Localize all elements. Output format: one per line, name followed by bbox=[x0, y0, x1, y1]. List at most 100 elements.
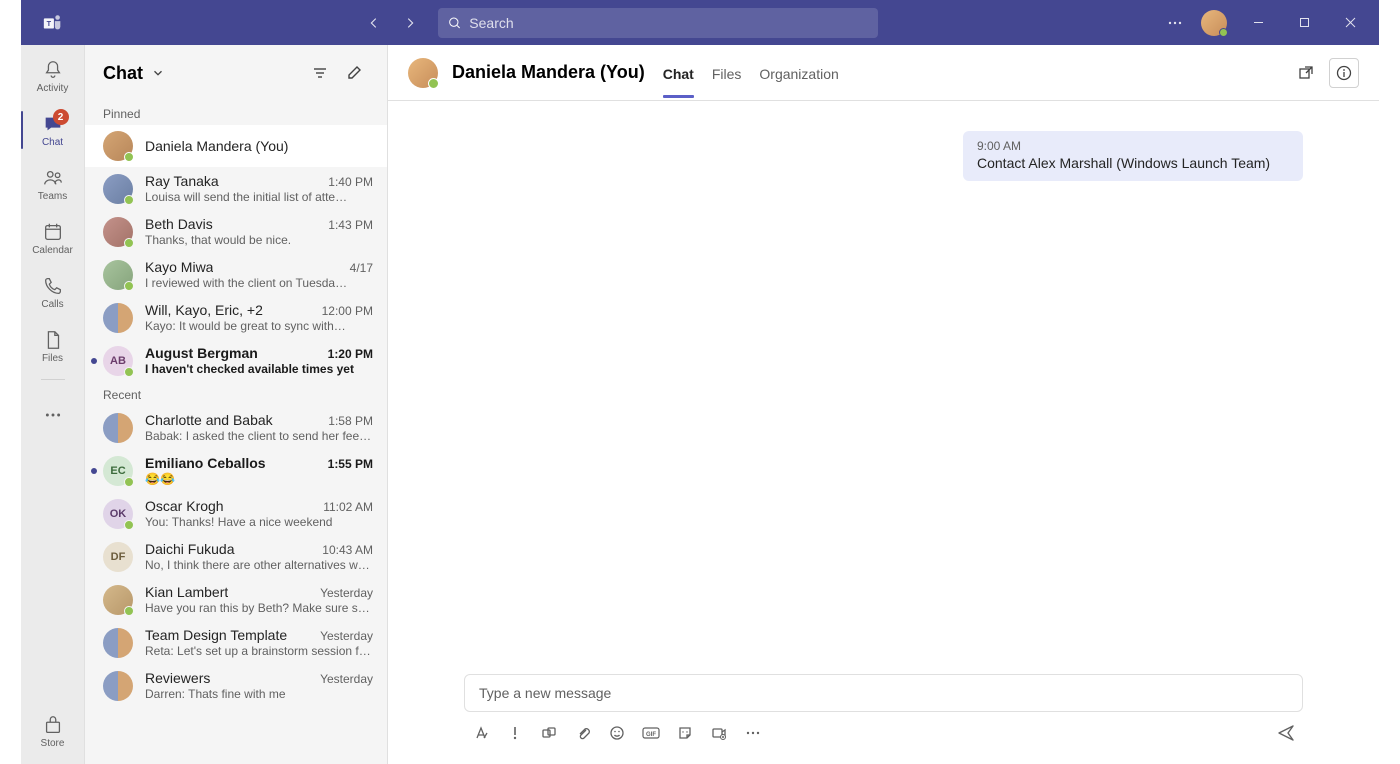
chat-list-item[interactable]: Charlotte and Babak1:58 PMBabak: I asked… bbox=[85, 406, 387, 449]
sticker-button[interactable] bbox=[670, 718, 700, 748]
chat-list-body: Pinned Daniela Mandera (You)Ray Tanaka1:… bbox=[85, 101, 387, 764]
chat-time: Yesterday bbox=[320, 672, 373, 686]
chat-name: Daniela Mandera (You) bbox=[145, 138, 288, 154]
message-text: Contact Alex Marshall (Windows Launch Te… bbox=[977, 155, 1289, 171]
info-button[interactable] bbox=[1329, 58, 1359, 88]
chat-time: Yesterday bbox=[320, 629, 373, 643]
chat-list-item[interactable]: Kian LambertYesterdayHave you ran this b… bbox=[85, 578, 387, 621]
composer-area: Type a new message GIF bbox=[388, 674, 1379, 764]
chat-preview: I reviewed with the client on Tuesda… bbox=[145, 276, 373, 290]
chat-name: Team Design Template bbox=[145, 627, 287, 643]
rail-teams[interactable]: Teams bbox=[21, 157, 85, 211]
chat-avatar: DF bbox=[103, 542, 133, 572]
rail-calls[interactable]: Calls bbox=[21, 265, 85, 319]
chat-preview: Have you ran this by Beth? Make sure she… bbox=[145, 601, 373, 615]
chat-time: 11:02 AM bbox=[323, 500, 373, 514]
presence-indicator bbox=[428, 78, 439, 89]
chat-avatar bbox=[103, 585, 133, 615]
chat-name: Oscar Krogh bbox=[145, 498, 224, 514]
attach-button[interactable] bbox=[568, 718, 598, 748]
chat-header-avatar[interactable] bbox=[408, 58, 438, 88]
chat-preview: 😂😂 bbox=[145, 472, 373, 486]
chevron-down-icon[interactable] bbox=[151, 66, 165, 80]
rail-chat[interactable]: 2 Chat bbox=[21, 103, 85, 157]
meetnow-button[interactable] bbox=[704, 718, 734, 748]
chat-name: Beth Davis bbox=[145, 216, 213, 232]
tab-chat[interactable]: Chat bbox=[663, 48, 694, 98]
chat-list-item[interactable]: ECEmiliano Ceballos1:55 PM😂😂 bbox=[85, 449, 387, 492]
search-box[interactable] bbox=[438, 8, 878, 38]
bell-icon bbox=[41, 58, 65, 82]
message-timestamp: 9:00 AM bbox=[977, 139, 1289, 153]
popout-button[interactable] bbox=[1291, 58, 1321, 88]
self-message[interactable]: 9:00 AM Contact Alex Marshall (Windows L… bbox=[963, 131, 1303, 181]
loop-button[interactable] bbox=[534, 718, 564, 748]
forward-button[interactable] bbox=[394, 7, 426, 39]
chat-avatar bbox=[103, 260, 133, 290]
chat-name: Will, Kayo, Eric, +2 bbox=[145, 302, 263, 318]
chat-list-title: Chat bbox=[103, 63, 143, 84]
chat-list-item[interactable]: ABAugust Bergman1:20 PMI haven't checked… bbox=[85, 339, 387, 382]
unread-dot bbox=[91, 468, 97, 474]
chat-list-item[interactable]: Daniela Mandera (You) bbox=[85, 125, 387, 167]
section-recent: Recent bbox=[85, 382, 387, 406]
svg-text:GIF: GIF bbox=[646, 732, 656, 738]
chat-avatar bbox=[103, 413, 133, 443]
chat-tabs: Chat Files Organization bbox=[663, 48, 839, 98]
minimize-button[interactable] bbox=[1237, 2, 1279, 44]
send-button[interactable] bbox=[1271, 718, 1301, 748]
chat-list-item[interactable]: DFDaichi Fukuda10:43 AMNo, I think there… bbox=[85, 535, 387, 578]
gif-button[interactable]: GIF bbox=[636, 718, 666, 748]
chat-avatar bbox=[103, 303, 133, 333]
chat-list-item[interactable]: Will, Kayo, Eric, +212:00 PMKayo: It wou… bbox=[85, 296, 387, 339]
urgent-button[interactable] bbox=[500, 718, 530, 748]
tab-files[interactable]: Files bbox=[712, 48, 742, 98]
filter-button[interactable] bbox=[305, 58, 335, 88]
more-options-button[interactable] bbox=[1159, 7, 1191, 39]
format-button[interactable] bbox=[466, 718, 496, 748]
back-button[interactable] bbox=[358, 7, 390, 39]
profile-avatar[interactable] bbox=[1201, 10, 1227, 36]
presence-indicator bbox=[124, 238, 134, 248]
chat-time: 1:43 PM bbox=[328, 218, 373, 232]
rail-activity[interactable]: Activity bbox=[21, 49, 85, 103]
rail-label: Calls bbox=[41, 299, 63, 310]
close-button[interactable] bbox=[1329, 2, 1371, 44]
rail-store[interactable]: Store bbox=[21, 704, 85, 758]
chat-preview: You: Thanks! Have a nice weekend bbox=[145, 515, 373, 529]
chat-name: Charlotte and Babak bbox=[145, 412, 273, 428]
chat-name: Emiliano Ceballos bbox=[145, 455, 266, 471]
presence-indicator bbox=[124, 367, 134, 377]
rail-more-apps[interactable] bbox=[21, 388, 85, 442]
chat-list-item[interactable]: Team Design Template YesterdayReta: Let's… bbox=[85, 621, 387, 664]
search-input[interactable] bbox=[469, 15, 868, 31]
teams-logo: T bbox=[41, 11, 65, 35]
emoji-button[interactable] bbox=[602, 718, 632, 748]
app-rail: Activity 2 Chat Teams Calendar Calls Fil… bbox=[21, 45, 85, 764]
rail-label: Teams bbox=[38, 191, 67, 202]
chat-list-item[interactable]: ReviewersYesterdayDarren: Thats fine wit… bbox=[85, 664, 387, 707]
presence-indicator bbox=[124, 477, 134, 487]
store-icon bbox=[41, 713, 65, 737]
search-icon bbox=[448, 16, 461, 30]
more-actions-button[interactable] bbox=[738, 718, 768, 748]
chat-list-item[interactable]: OKOscar Krogh11:02 AMYou: Thanks! Have a… bbox=[85, 492, 387, 535]
chat-preview: No, I think there are other alternatives… bbox=[145, 558, 373, 572]
rail-calendar[interactable]: Calendar bbox=[21, 211, 85, 265]
chat-header-title: Daniela Mandera (You) bbox=[452, 62, 645, 83]
chat-header: Daniela Mandera (You) Chat Files Organiz… bbox=[388, 45, 1379, 101]
chat-preview: Reta: Let's set up a brainstorm session … bbox=[145, 644, 373, 658]
presence-indicator bbox=[124, 520, 134, 530]
new-chat-button[interactable] bbox=[339, 58, 369, 88]
unread-dot bbox=[91, 358, 97, 364]
tab-organization[interactable]: Organization bbox=[759, 48, 838, 98]
rail-label: Store bbox=[41, 738, 65, 749]
chat-list-item[interactable]: Ray Tanaka1:40 PMLouisa will send the in… bbox=[85, 167, 387, 210]
message-input[interactable]: Type a new message bbox=[464, 674, 1303, 712]
rail-files[interactable]: Files bbox=[21, 319, 85, 373]
rail-separator bbox=[41, 379, 65, 380]
chat-list-item[interactable]: Beth Davis1:43 PMThanks, that would be n… bbox=[85, 210, 387, 253]
maximize-button[interactable] bbox=[1283, 2, 1325, 44]
presence-indicator bbox=[124, 152, 134, 162]
chat-list-item[interactable]: Kayo Miwa4/17I reviewed with the client … bbox=[85, 253, 387, 296]
